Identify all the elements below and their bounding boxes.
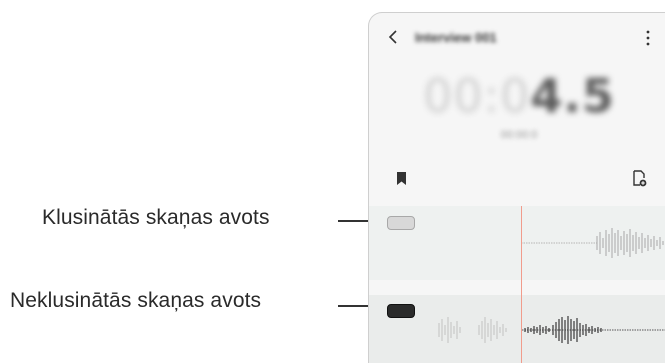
playhead[interactable]: [521, 206, 522, 363]
track-unmuted-source: [369, 295, 665, 363]
timer-strong-part: 4.5: [530, 69, 615, 123]
recording-title: Interview 001: [415, 30, 497, 45]
more-vertical-icon[interactable]: [645, 29, 651, 47]
chevron-left-icon[interactable]: [385, 29, 401, 45]
elapsed-timer: 00:04.5: [369, 69, 665, 123]
waveform-muted: [521, 228, 664, 258]
bookmark-icon[interactable]: [396, 171, 407, 186]
track-muted-source: [369, 206, 665, 280]
waveform-unmuted: [438, 316, 665, 344]
timer-dim-part: 00:0: [423, 69, 531, 123]
sub-time: 00:00:0: [500, 129, 538, 141]
app-header: Interview 001: [369, 13, 665, 63]
callout-unmuted-label: Neklusinātās skaņas avots: [10, 289, 262, 312]
phone-screen: Interview 001 00:04.5 00:00:0: [368, 12, 665, 363]
callout-muted-label: Klusinātās skaņas avots: [42, 206, 270, 229]
file-add-icon[interactable]: [632, 170, 647, 187]
